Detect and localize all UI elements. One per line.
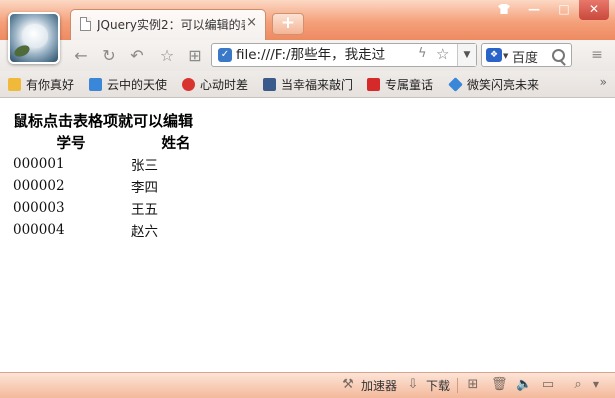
site-icon	[263, 78, 276, 91]
editable-table: 学号 姓名 000001 张三 000002 李四 000003 王五 0000…	[11, 132, 221, 241]
bookmark-item[interactable]: 云中的天使	[89, 76, 167, 94]
title-bar: JQuery实例2：可以编辑的表 × + — □ ✕	[0, 0, 615, 64]
address-bar[interactable]: ✓ file:///F:/那些年，我走过 ϟ ☆ ▼	[211, 43, 477, 67]
table-cell-id[interactable]: 000001	[11, 153, 131, 175]
url-input[interactable]: file:///F:/那些年，我走过	[236, 47, 416, 65]
bookmark-label: 当幸福来敲门	[281, 78, 354, 92]
table-header-row: 学号 姓名	[11, 132, 221, 153]
navigation-toolbar: ← ↻ ↶ ☆ ⊞ ✓ file:///F:/那些年，我走过 ϟ ☆ ▼ ❖ ▼…	[0, 40, 615, 71]
bookmarks-more-icon[interactable]: »	[600, 75, 607, 89]
table-row: 000002 李四	[11, 175, 221, 197]
table-cell-name[interactable]: 张三	[131, 153, 221, 175]
bookmarks-bar: 有你真好 云中的天使 心动时差 当幸福来敲门 专属童话 微笑闪亮未来 »	[0, 71, 615, 98]
trash-icon[interactable]: 🗑	[491, 378, 508, 392]
tab-close-icon[interactable]: ×	[246, 15, 257, 31]
accelerator-button[interactable]: 加速器	[361, 378, 397, 394]
table-cell-name[interactable]: 赵六	[131, 219, 221, 241]
back-icon[interactable]: ←	[70, 46, 92, 66]
favorite-star-icon[interactable]: ☆	[156, 46, 178, 66]
maximize-button[interactable]: □	[551, 0, 577, 20]
engine-caret-icon[interactable]: ▼	[503, 52, 508, 60]
bookmark-item[interactable]: 专属童话	[367, 76, 433, 94]
column-header-id: 学号	[56, 135, 86, 152]
tab-title: JQuery实例2：可以编辑的表	[97, 18, 245, 32]
avatar-rose	[22, 24, 48, 48]
search-box[interactable]: ❖ ▼ 百度	[481, 43, 572, 67]
table-cell-id[interactable]: 000003	[11, 197, 131, 219]
apps-icon[interactable]: ⊞	[184, 46, 206, 66]
address-dropdown-icon[interactable]: ▼	[457, 44, 476, 66]
page-content: 鼠标点击表格项就可以编辑 学号 姓名 000001 张三 000002 李四 0…	[0, 98, 615, 372]
table-row: 000003 王五	[11, 197, 221, 219]
bookmark-label: 有你真好	[26, 78, 75, 92]
security-shield-icon: ✓	[218, 48, 232, 62]
table-row: 000004 赵六	[11, 219, 221, 241]
bookmark-star-icon[interactable]: ☆	[436, 45, 449, 63]
bookmark-label: 微笑闪亮未来	[467, 78, 540, 92]
tab-active[interactable]: JQuery实例2：可以编辑的表 ×	[70, 9, 266, 40]
minimize-button[interactable]: —	[521, 0, 547, 20]
table-cell-id[interactable]: 000004	[11, 219, 131, 241]
cloud-icon	[89, 78, 102, 91]
table-row: 000001 张三	[11, 153, 221, 175]
status-bar: ⚒ 加速器 ⇩ 下载 ⊞ 🗑 🔈 ▭ ⌕ ▼	[0, 372, 615, 398]
bookmark-label: 心动时差	[200, 78, 249, 92]
table-cell-id[interactable]: 000002	[11, 175, 131, 197]
bookmark-item[interactable]: 当幸福来敲门	[263, 76, 353, 94]
folder-icon	[8, 78, 21, 91]
page-icon	[80, 17, 91, 31]
download-button[interactable]: 下载	[426, 378, 450, 394]
undo-close-icon[interactable]: ↶	[126, 46, 148, 66]
bookmark-label: 专属童话	[385, 78, 434, 92]
zoom-dropdown-icon[interactable]: ▼	[588, 378, 604, 392]
status-divider	[457, 378, 458, 393]
bookmark-item[interactable]: 心动时差	[182, 76, 248, 94]
weibo-icon	[182, 78, 195, 91]
zoom-icon[interactable]: ⌕	[570, 378, 586, 392]
search-icon[interactable]	[552, 49, 565, 62]
page-heading: 鼠标点击表格项就可以编辑	[13, 112, 194, 130]
window-icon[interactable]: ▭	[540, 378, 556, 392]
baidu-paw-icon[interactable]: ❖	[486, 48, 502, 62]
tools-menu-icon[interactable]: ≡	[585, 47, 609, 65]
download-icon: ⇩	[407, 377, 419, 392]
new-window-icon[interactable]: ⊞	[465, 378, 481, 392]
accelerator-icon: ⚒	[342, 377, 354, 392]
diamond-icon	[448, 77, 463, 92]
bookmark-item[interactable]: 有你真好	[8, 76, 74, 94]
table-cell-name[interactable]: 李四	[131, 175, 221, 197]
search-engine-label[interactable]: 百度	[512, 47, 538, 66]
column-header-name: 姓名	[161, 135, 191, 152]
volume-icon[interactable]: 🔈	[516, 378, 532, 392]
lightning-icon[interactable]: ϟ	[418, 46, 427, 61]
close-window-button[interactable]: ✕	[579, 0, 609, 20]
reload-icon[interactable]: ↻	[98, 46, 120, 66]
new-tab-button[interactable]: +	[272, 13, 304, 35]
user-avatar[interactable]	[8, 12, 60, 64]
bookmark-label: 云中的天使	[107, 78, 168, 92]
bookmark-item[interactable]: 微笑闪亮未来	[448, 76, 540, 94]
skin-icon[interactable]	[491, 0, 517, 20]
c-site-icon	[367, 78, 380, 91]
table-cell-name[interactable]: 王五	[131, 197, 221, 219]
